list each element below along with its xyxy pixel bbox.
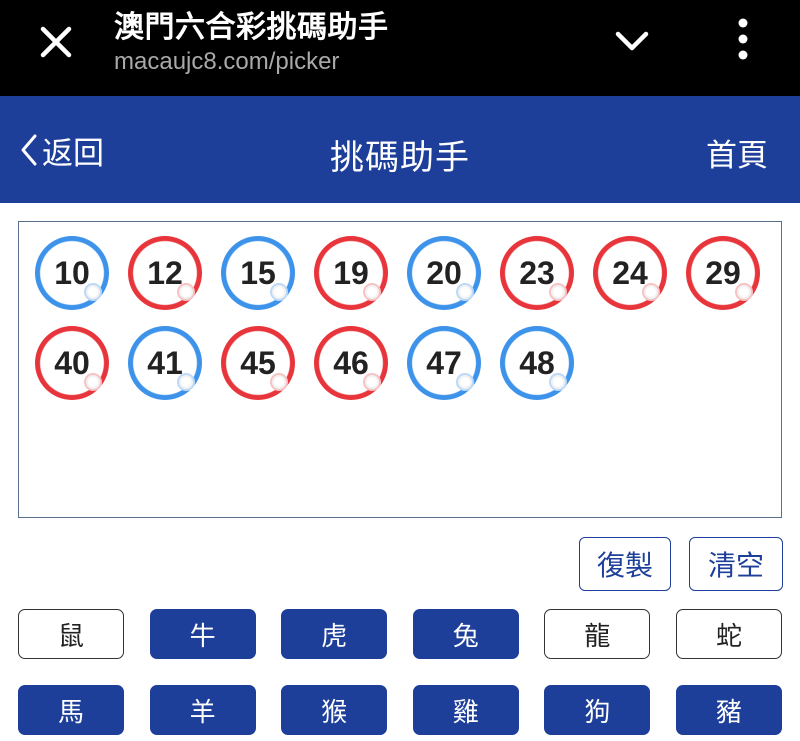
zodiac-button[interactable]: 雞 <box>412 685 519 735</box>
number-ball-value: 47 <box>426 344 462 381</box>
zodiac-button[interactable]: 豬 <box>675 685 782 735</box>
ball-highlight-icon <box>365 375 379 389</box>
close-icon <box>40 26 72 58</box>
browser-page-title: 澳門六合彩挑碼助手 <box>114 10 389 45</box>
ball-highlight-icon <box>737 285 751 299</box>
number-ball-value: 40 <box>54 344 90 381</box>
browser-toolbar: 澳門六合彩挑碼助手 macaujc8.com/picker <box>0 0 800 96</box>
ball-highlight-icon <box>644 285 658 299</box>
ball-highlight-icon <box>179 285 193 299</box>
number-ball[interactable]: 47 <box>407 326 481 400</box>
ball-highlight-icon <box>179 375 193 389</box>
number-ball[interactable]: 12 <box>128 236 202 310</box>
number-ball-value: 20 <box>426 254 462 291</box>
number-ball-value: 29 <box>705 254 741 291</box>
number-ball-value: 45 <box>240 344 276 381</box>
number-ball-value: 19 <box>333 254 369 291</box>
zodiac-button[interactable]: 牛 <box>149 609 256 659</box>
number-ball-value: 10 <box>54 254 90 291</box>
number-ball[interactable]: 48 <box>500 326 574 400</box>
zodiac-button[interactable]: 兔 <box>412 609 519 659</box>
zodiac-button[interactable]: 馬 <box>18 685 124 735</box>
zodiac-selector: 鼠牛虎兔龍蛇馬羊猴雞狗豬 <box>18 609 784 741</box>
number-ball-list: 10 12 15 19 20 23 24 29 40 41 45 46 47 48 <box>35 236 775 416</box>
ball-highlight-icon <box>272 375 286 389</box>
number-ball[interactable]: 45 <box>221 326 295 400</box>
selected-numbers-panel: 10 12 15 19 20 23 24 29 40 41 45 46 47 48 <box>18 221 782 518</box>
chevron-down-icon <box>615 31 649 51</box>
zodiac-button[interactable]: 鼠 <box>18 609 124 659</box>
ball-highlight-icon <box>272 285 286 299</box>
number-ball-value: 48 <box>519 344 555 381</box>
page-title: 挑碼助手 <box>330 138 470 178</box>
ball-highlight-icon <box>86 285 100 299</box>
number-ball[interactable]: 15 <box>221 236 295 310</box>
browser-url[interactable]: macaujc8.com/picker <box>114 48 339 76</box>
number-ball-value: 23 <box>519 254 555 291</box>
number-ball[interactable]: 23 <box>500 236 574 310</box>
zodiac-button[interactable]: 龍 <box>544 609 651 659</box>
number-ball-value: 24 <box>612 254 648 291</box>
number-ball-value: 12 <box>147 254 183 291</box>
ball-highlight-icon <box>551 375 565 389</box>
expand-button[interactable] <box>608 18 656 66</box>
ball-highlight-icon <box>458 375 472 389</box>
number-ball-value: 46 <box>333 344 369 381</box>
number-ball[interactable]: 20 <box>407 236 481 310</box>
ball-highlight-icon <box>458 285 472 299</box>
zodiac-button[interactable]: 猴 <box>281 685 388 735</box>
zodiac-button[interactable]: 虎 <box>281 609 388 659</box>
number-ball[interactable]: 19 <box>314 236 388 310</box>
number-ball[interactable]: 24 <box>593 236 667 310</box>
app-header: 返回 挑碼助手 首頁 <box>0 96 800 203</box>
number-ball[interactable]: 41 <box>128 326 202 400</box>
number-ball[interactable]: 40 <box>35 326 109 400</box>
clear-button[interactable]: 清空 <box>689 537 783 591</box>
number-ball[interactable]: 10 <box>35 236 109 310</box>
home-link[interactable]: 首頁 <box>706 130 768 175</box>
zodiac-button[interactable]: 羊 <box>149 685 256 735</box>
number-ball-value: 15 <box>240 254 276 291</box>
close-button[interactable] <box>32 18 80 66</box>
ball-highlight-icon <box>365 285 379 299</box>
more-vertical-icon <box>738 18 748 60</box>
number-ball[interactable]: 29 <box>686 236 760 310</box>
copy-button[interactable]: 復製 <box>579 537 671 591</box>
number-ball-value: 41 <box>147 344 183 381</box>
zodiac-button[interactable]: 狗 <box>544 685 651 735</box>
ball-highlight-icon <box>86 375 100 389</box>
ball-highlight-icon <box>551 285 565 299</box>
overflow-menu-button[interactable] <box>722 14 764 64</box>
zodiac-button[interactable]: 蛇 <box>675 609 782 659</box>
number-ball[interactable]: 46 <box>314 326 388 400</box>
